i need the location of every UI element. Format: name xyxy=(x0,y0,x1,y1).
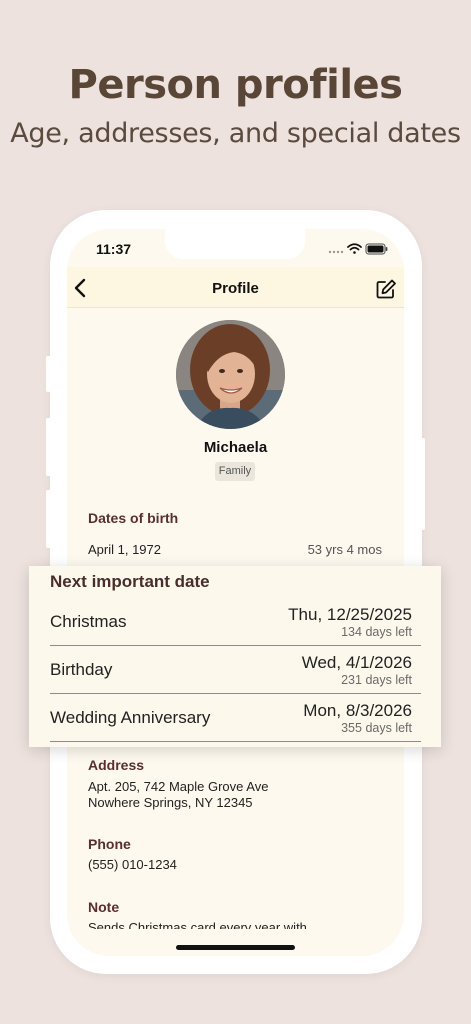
event-name[interactable]: Birthday xyxy=(50,660,112,680)
event-name[interactable]: Wedding Anniversary xyxy=(50,708,210,728)
side-button-power xyxy=(419,438,425,530)
event-date: Wed, 4/1/2026 xyxy=(301,653,412,672)
status-time: 11:37 xyxy=(96,241,132,257)
home-indicator xyxy=(176,945,295,950)
avatar xyxy=(176,320,285,429)
signal-icon xyxy=(328,250,344,254)
next-dates-title: Next important date xyxy=(50,572,210,591)
event-date: Thu, 12/25/2025 xyxy=(288,605,412,624)
phone-notch xyxy=(165,229,305,259)
address-label: Address xyxy=(88,757,145,773)
event-date: Mon, 8/3/2026 xyxy=(303,701,412,720)
phone-label: Phone xyxy=(88,836,131,852)
event-name[interactable]: Christmas xyxy=(50,612,127,632)
hero-title: Person profiles xyxy=(68,62,403,108)
group-tag[interactable]: Family xyxy=(215,462,255,481)
status-icons xyxy=(328,243,388,255)
event-days-left: 134 days left xyxy=(341,625,412,639)
event-days-left: 355 days left xyxy=(341,721,412,735)
dates-of-birth-label: Dates of birth xyxy=(88,510,179,526)
person-name: Michaela xyxy=(203,439,268,456)
side-button-silent xyxy=(46,356,52,392)
note-text: Sends Christmas card every year with xyxy=(88,920,307,929)
nav-title: Profile xyxy=(212,280,259,297)
address-line-1[interactable]: Apt. 205, 742 Maple Grove Ave xyxy=(88,779,268,795)
event-divider xyxy=(50,741,421,742)
event-divider xyxy=(50,645,421,646)
age: 53 yrs 4 mos xyxy=(307,542,382,557)
note-label: Note xyxy=(88,899,120,915)
battery-icon xyxy=(365,243,388,255)
event-days-left: 231 days left xyxy=(341,673,412,687)
side-button-volume-down xyxy=(46,490,52,548)
side-button-volume-up xyxy=(46,418,52,476)
phone-number[interactable]: (555) 010-1234 xyxy=(88,857,177,873)
birth-date: April 1, 1972 xyxy=(88,542,161,557)
hero-subtitle: Age, addresses, and special dates xyxy=(10,118,461,149)
wifi-icon xyxy=(347,243,362,254)
address-line-2[interactable]: Nowhere Springs, NY 12345 xyxy=(88,795,253,811)
edit-icon[interactable] xyxy=(375,278,397,300)
event-divider xyxy=(50,693,421,694)
